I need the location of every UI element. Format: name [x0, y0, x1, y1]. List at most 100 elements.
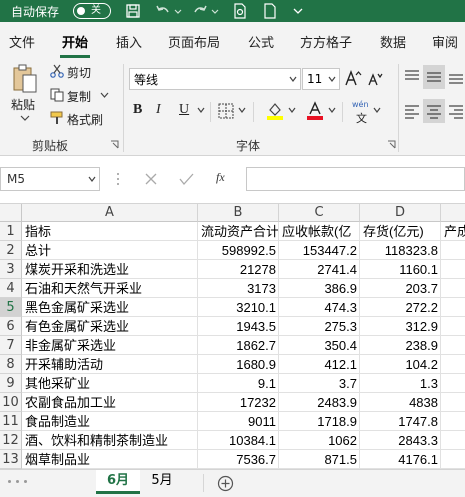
cell-a7[interactable]: 非金属矿采选业: [22, 336, 198, 355]
cell-d1[interactable]: 存货(亿元): [360, 222, 441, 241]
add-sheet-icon[interactable]: [217, 475, 234, 492]
underline-button[interactable]: U: [179, 102, 189, 118]
column-header-b[interactable]: B: [198, 204, 279, 222]
save-icon[interactable]: [125, 3, 141, 19]
sheet-tab-june[interactable]: 6月: [96, 470, 140, 494]
cell-b3[interactable]: 21278: [198, 260, 279, 279]
align-bottom-icon[interactable]: [448, 69, 464, 85]
fill-color-dropdown-icon[interactable]: [288, 107, 296, 113]
row-header[interactable]: 13: [0, 450, 22, 469]
cell-e2[interactable]: [441, 241, 465, 260]
cell-d2[interactable]: 118323.8: [360, 241, 441, 260]
align-left-icon[interactable]: [404, 103, 420, 119]
clipboard-launcher-icon[interactable]: [110, 140, 119, 149]
autosave-toggle[interactable]: 关: [73, 3, 111, 19]
cell-d13[interactable]: 4176.1: [360, 450, 441, 469]
cell-a13[interactable]: 烟草制品业: [22, 450, 198, 469]
cell-c8[interactable]: 412.1: [279, 355, 360, 374]
borders-dropdown-icon[interactable]: [238, 107, 246, 113]
cell-c6[interactable]: 275.3: [279, 317, 360, 336]
decrease-font-icon[interactable]: [368, 71, 383, 87]
copy-button[interactable]: 复制: [67, 88, 91, 105]
cell-a6[interactable]: 有色金属矿采选业: [22, 317, 198, 336]
cell-e6[interactable]: [441, 317, 465, 336]
cell-d4[interactable]: 203.7: [360, 279, 441, 298]
align-middle-icon[interactable]: [426, 69, 442, 85]
redo-dropdown-icon[interactable]: [211, 3, 219, 19]
cancel-icon[interactable]: [144, 172, 158, 186]
cell-c7[interactable]: 350.4: [279, 336, 360, 355]
cell-d7[interactable]: 238.9: [360, 336, 441, 355]
phonetic-dropdown-icon[interactable]: [373, 107, 381, 113]
cell-e4[interactable]: [441, 279, 465, 298]
cell-c12[interactable]: 1062: [279, 431, 360, 450]
cell-c13[interactable]: 871.5: [279, 450, 360, 469]
print-preview-icon[interactable]: [232, 3, 248, 19]
tab-formulas[interactable]: 公式: [248, 32, 274, 51]
select-all-corner[interactable]: [0, 204, 22, 222]
cell-e9[interactable]: [441, 374, 465, 393]
cell-d6[interactable]: 312.9: [360, 317, 441, 336]
name-box[interactable]: M5: [0, 167, 100, 191]
cell-b2[interactable]: 598992.5: [198, 241, 279, 260]
row-header[interactable]: 6: [0, 317, 22, 336]
cell-c11[interactable]: 1718.9: [279, 412, 360, 431]
cell-e12[interactable]: [441, 431, 465, 450]
cell-e1[interactable]: 产成: [441, 222, 465, 241]
font-launcher-icon[interactable]: [387, 140, 396, 149]
row-header[interactable]: 11: [0, 412, 22, 431]
font-color-dropdown-icon[interactable]: [328, 107, 336, 113]
cell-c1[interactable]: 应收帐款(亿: [279, 222, 360, 241]
cell-d8[interactable]: 104.2: [360, 355, 441, 374]
cell-e10[interactable]: [441, 393, 465, 412]
cell-d12[interactable]: 2843.3: [360, 431, 441, 450]
cell-a1[interactable]: 指标: [22, 222, 198, 241]
new-file-icon[interactable]: [262, 3, 278, 19]
row-header[interactable]: 8: [0, 355, 22, 374]
row-header[interactable]: 3: [0, 260, 22, 279]
paste-icon[interactable]: [12, 64, 38, 94]
row-header[interactable]: 1: [0, 222, 22, 241]
undo-icon[interactable]: [155, 3, 171, 19]
cell-c9[interactable]: 3.7: [279, 374, 360, 393]
cell-b9[interactable]: 9.1: [198, 374, 279, 393]
cell-b1[interactable]: 流动资产合计: [198, 222, 279, 241]
bold-button[interactable]: B: [133, 102, 142, 118]
align-center-icon[interactable]: [426, 103, 442, 119]
cell-c5[interactable]: 474.3: [279, 298, 360, 317]
cell-b13[interactable]: 7536.7: [198, 450, 279, 469]
column-header-c[interactable]: C: [279, 204, 360, 222]
paste-dropdown-icon[interactable]: [20, 114, 30, 122]
enter-icon[interactable]: [179, 172, 194, 186]
cell-c4[interactable]: 386.9: [279, 279, 360, 298]
cell-b5[interactable]: 3210.1: [198, 298, 279, 317]
row-header[interactable]: 4: [0, 279, 22, 298]
cell-c10[interactable]: 2483.9: [279, 393, 360, 412]
font-color-icon[interactable]: [306, 101, 324, 120]
undo-dropdown-icon[interactable]: [174, 3, 182, 19]
cell-e7[interactable]: [441, 336, 465, 355]
font-size-select[interactable]: 11: [302, 68, 340, 90]
cell-a10[interactable]: 农副食品加工业: [22, 393, 198, 412]
cell-b11[interactable]: 9011: [198, 412, 279, 431]
cell-b12[interactable]: 10384.1: [198, 431, 279, 450]
fill-color-icon[interactable]: [266, 101, 284, 120]
cell-a3[interactable]: 煤炭开采和洗选业: [22, 260, 198, 279]
row-header[interactable]: 5: [0, 298, 22, 317]
name-box-dropdown-icon[interactable]: [88, 176, 96, 182]
cell-a12[interactable]: 酒、饮料和精制茶制造业: [22, 431, 198, 450]
cell-e11[interactable]: [441, 412, 465, 431]
cell-d3[interactable]: 1160.1: [360, 260, 441, 279]
cell-c3[interactable]: 2741.4: [279, 260, 360, 279]
tab-file[interactable]: 文件: [9, 32, 35, 51]
formula-input[interactable]: [246, 167, 465, 191]
cell-d10[interactable]: 4838: [360, 393, 441, 412]
tab-page-layout[interactable]: 页面布局: [168, 32, 220, 51]
cell-b8[interactable]: 1680.9: [198, 355, 279, 374]
cell-a5[interactable]: 黑色金属矿采选业: [22, 298, 198, 317]
more-sheets-ellipsis[interactable]: [8, 480, 11, 483]
italic-button[interactable]: I: [156, 102, 161, 118]
cell-a2[interactable]: 总计: [22, 241, 198, 260]
customize-toolbar-icon[interactable]: [290, 3, 306, 19]
tab-home[interactable]: 开始: [62, 32, 88, 51]
